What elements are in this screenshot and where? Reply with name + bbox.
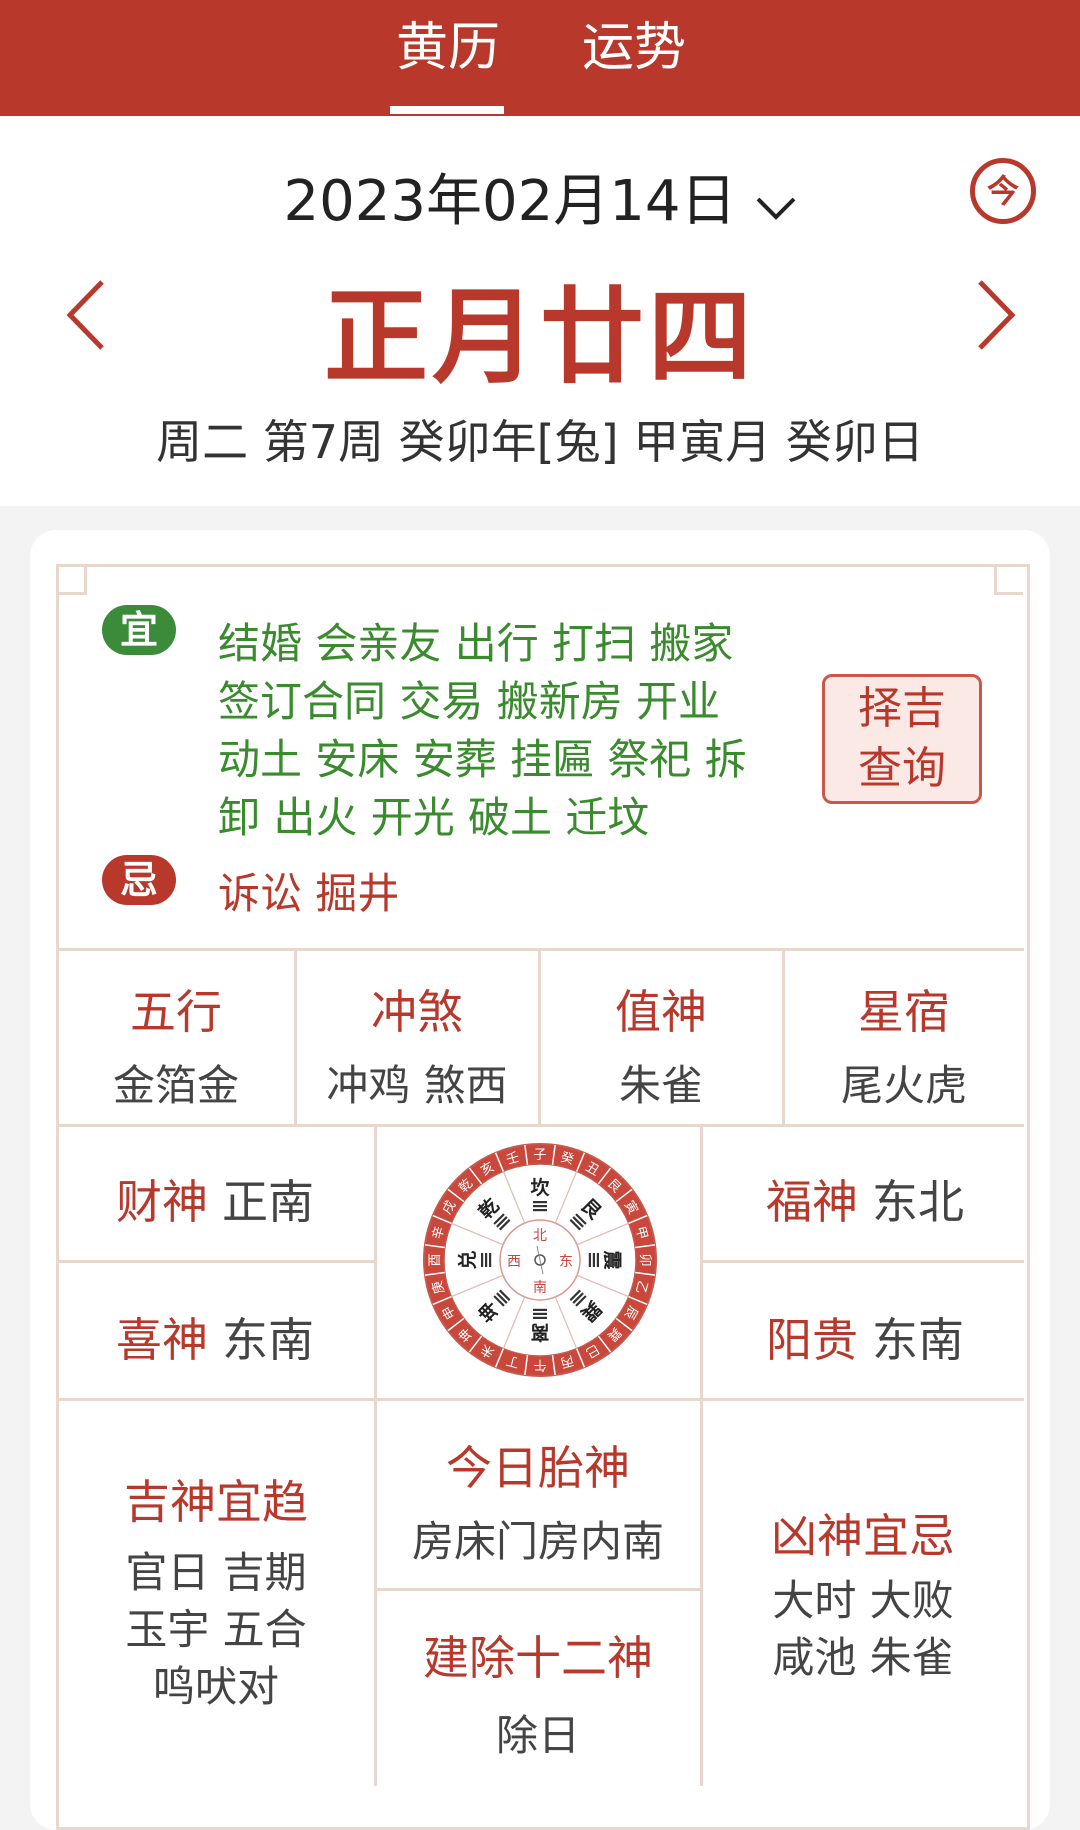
compass-trigram-label: 离 (530, 1321, 549, 1344)
yi-item-line: 签订合同 交易 搬新房 开业 (218, 677, 721, 726)
jishen-title: 吉神宜趋 (124, 1475, 308, 1529)
compass-trigram-bar (533, 1312, 547, 1315)
zeji-query-button[interactable]: 择吉 查询 (822, 674, 982, 804)
solar-date: 2023年02月14日 (283, 169, 737, 234)
compass-trigram-label: 坎 (530, 1176, 549, 1199)
compass-trigram-bar (533, 1201, 547, 1204)
grid-divider (58, 1398, 1024, 1401)
xiongshen-line: 大时 大败 (772, 1576, 954, 1625)
compass-trigram-bar (533, 1316, 547, 1319)
jishen-line: 官日 吉期 (125, 1548, 307, 1597)
grid-divider (58, 948, 1024, 951)
xishen-item: 喜神 东南 (116, 1304, 314, 1370)
yi-item-line: 结婚 会亲友 出行 打扫 搬家 (218, 619, 734, 668)
caishen-dir: 正南 (222, 1175, 314, 1229)
compass-outer-label: 午 (533, 1357, 546, 1372)
jianchu-value: 除日 (495, 1711, 580, 1760)
compass-trigram-bar (533, 1209, 547, 1212)
zeji-label-2: 查询 (858, 743, 946, 794)
yanggui-item: 阳贵 东南 (766, 1304, 964, 1370)
fushen-dir: 东北 (872, 1175, 964, 1229)
bagua-compass: 子癸丑艮寅甲卯乙辰巽巳丙午丁未坤申庚酉辛戌乾亥壬坎艮震巽离坤兑乾北东南西 (423, 1143, 657, 1377)
compass-trigram-bar (592, 1253, 595, 1267)
jishen-line: 鸣吠对 (152, 1662, 279, 1711)
prev-day-arrow-icon[interactable] (62, 278, 110, 356)
caishen-item: 财神 正南 (116, 1166, 314, 1232)
caishen-label: 财神 (116, 1175, 208, 1229)
grid-divider (700, 1126, 703, 1786)
compass-trigram-bar (485, 1253, 488, 1267)
xishen-dir: 东南 (222, 1313, 314, 1367)
lunar-date: 正月廿四 (323, 275, 756, 398)
grid-divider (702, 1260, 1024, 1263)
yi-item-line: 动土 安床 安葬 挂匾 祭祀 拆 (218, 735, 747, 784)
date-details: 周二 第7周 癸卯年[兔] 甲寅月 癸卯日 (156, 415, 924, 469)
compass-trigram-bar (489, 1253, 492, 1267)
ji-badge: 忌 (102, 855, 176, 905)
yi-item-line: 卸 出火 开光 破土 迁坟 (218, 793, 650, 842)
compass-trigram-bar (596, 1253, 599, 1267)
chongsha-title: 冲煞 (371, 985, 463, 1039)
jishen-line: 玉宇 五合 (125, 1605, 307, 1654)
zhishen-value: 朱雀 (618, 1061, 703, 1110)
compass-trigram-bar (588, 1253, 591, 1267)
zeji-label-1: 择吉 (858, 683, 946, 734)
xiongshen-title: 凶神宜忌 (771, 1509, 955, 1563)
compass-trigram-bar (481, 1253, 484, 1267)
date-picker[interactable]: 2023年02月14日 (0, 156, 1080, 237)
compass-trigram-label: 兑 (456, 1250, 479, 1269)
compass-direction-label: 东 (559, 1254, 573, 1270)
active-tab-indicator (390, 106, 504, 114)
tab-yunshi[interactable]: 运势 (574, 8, 694, 88)
compass-outer-label: 子 (533, 1148, 546, 1163)
grid-divider (376, 1588, 702, 1591)
compass-direction-label: 西 (507, 1254, 521, 1270)
chevron-down-icon (755, 172, 797, 237)
compass-outer-label: 酉 (428, 1253, 443, 1266)
compass-trigram-bar (533, 1205, 547, 1208)
yi-badge: 宜 (102, 605, 176, 655)
frame-corner-decoration (58, 566, 87, 595)
xingxiu-title: 星宿 (858, 985, 950, 1039)
wuxing-value: 金箔金 (112, 1061, 239, 1110)
today-button[interactable]: 今 (970, 158, 1036, 224)
taishen-value: 房床门房内南 (411, 1517, 664, 1566)
fushen-item: 福神 东北 (766, 1166, 964, 1232)
ji-items: 诉讼 掘井 (218, 869, 400, 918)
jianchu-title: 建除十二神 (423, 1631, 653, 1685)
compass-direction-label: 北 (533, 1228, 547, 1244)
grid-divider (58, 1260, 376, 1263)
yanggui-dir: 东南 (872, 1313, 964, 1367)
next-day-arrow-icon[interactable] (972, 278, 1020, 356)
top-tab-bar: 黄历 运势 (0, 0, 1080, 116)
date-panel: 2023年02月14日 正月廿四 周二 第7周 癸卯年[兔] 甲寅月 癸卯日 (0, 116, 1080, 506)
tab-huangli[interactable]: 黄历 (388, 8, 508, 88)
fushen-label: 福神 (766, 1175, 858, 1229)
xingxiu-value: 尾火虎 (840, 1061, 967, 1110)
compass-trigram-bar (533, 1308, 547, 1311)
zhishen-title: 值神 (615, 985, 707, 1039)
compass-direction-label: 南 (533, 1280, 547, 1296)
xishen-label: 喜神 (116, 1313, 208, 1367)
yanggui-label: 阳贵 (766, 1313, 858, 1367)
wuxing-title: 五行 (130, 985, 222, 1039)
xiongshen-line: 咸池 朱雀 (772, 1633, 954, 1682)
compass-outer-label: 卯 (637, 1253, 652, 1266)
frame-corner-decoration (994, 566, 1023, 595)
grid-divider (58, 1124, 1024, 1127)
jishen-values: 官日 吉期 玉宇 五合 鸣吠对 (58, 1544, 374, 1715)
compass-trigram-label: 震 (601, 1250, 623, 1270)
xiongshen-values: 大时 大败 咸池 朱雀 (702, 1572, 1024, 1686)
chongsha-value: 冲鸡 煞西 (326, 1061, 508, 1110)
taishen-title: 今日胎神 (446, 1441, 630, 1495)
